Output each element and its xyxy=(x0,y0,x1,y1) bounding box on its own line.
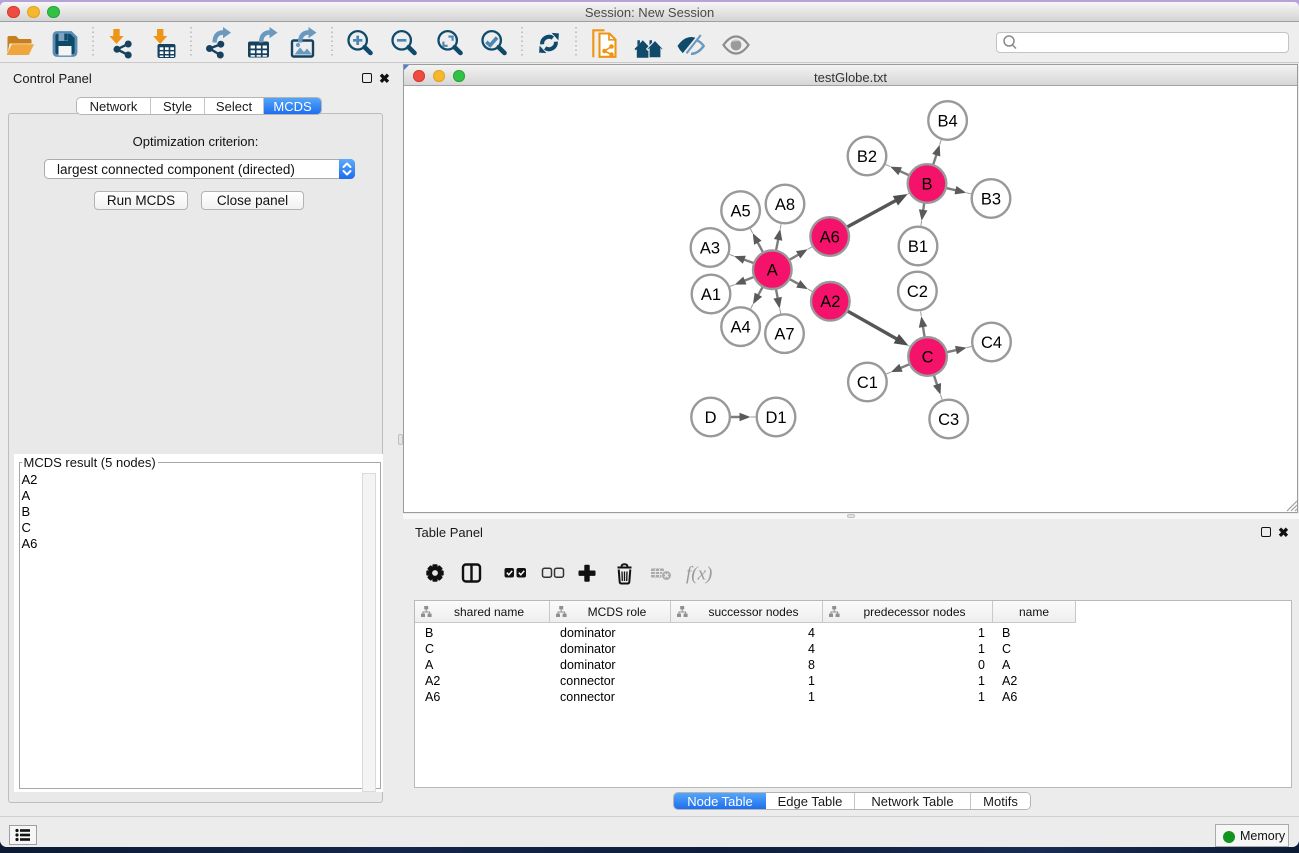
svg-text:A1: A1 xyxy=(701,286,721,304)
svg-text:A5: A5 xyxy=(731,202,751,220)
svg-text:C1: C1 xyxy=(857,374,878,392)
svg-text:C2: C2 xyxy=(907,283,928,301)
svg-text:B3: B3 xyxy=(981,190,1001,208)
svg-text:A4: A4 xyxy=(731,318,751,336)
svg-text:D: D xyxy=(705,409,717,427)
svg-text:D1: D1 xyxy=(765,409,786,427)
svg-text:B1: B1 xyxy=(908,238,928,256)
svg-text:A: A xyxy=(767,262,778,280)
svg-text:A2: A2 xyxy=(820,293,840,311)
svg-text:B: B xyxy=(921,175,932,193)
svg-text:B4: B4 xyxy=(938,112,958,130)
svg-text:A7: A7 xyxy=(774,325,794,343)
svg-text:A6: A6 xyxy=(820,228,840,246)
svg-text:A3: A3 xyxy=(700,239,720,257)
svg-text:C3: C3 xyxy=(938,411,959,429)
svg-text:C: C xyxy=(922,348,934,366)
svg-text:C4: C4 xyxy=(981,334,1002,352)
svg-text:B2: B2 xyxy=(857,148,877,166)
svg-text:A8: A8 xyxy=(775,196,795,214)
svg-text:f(x): f(x) xyxy=(686,564,712,585)
